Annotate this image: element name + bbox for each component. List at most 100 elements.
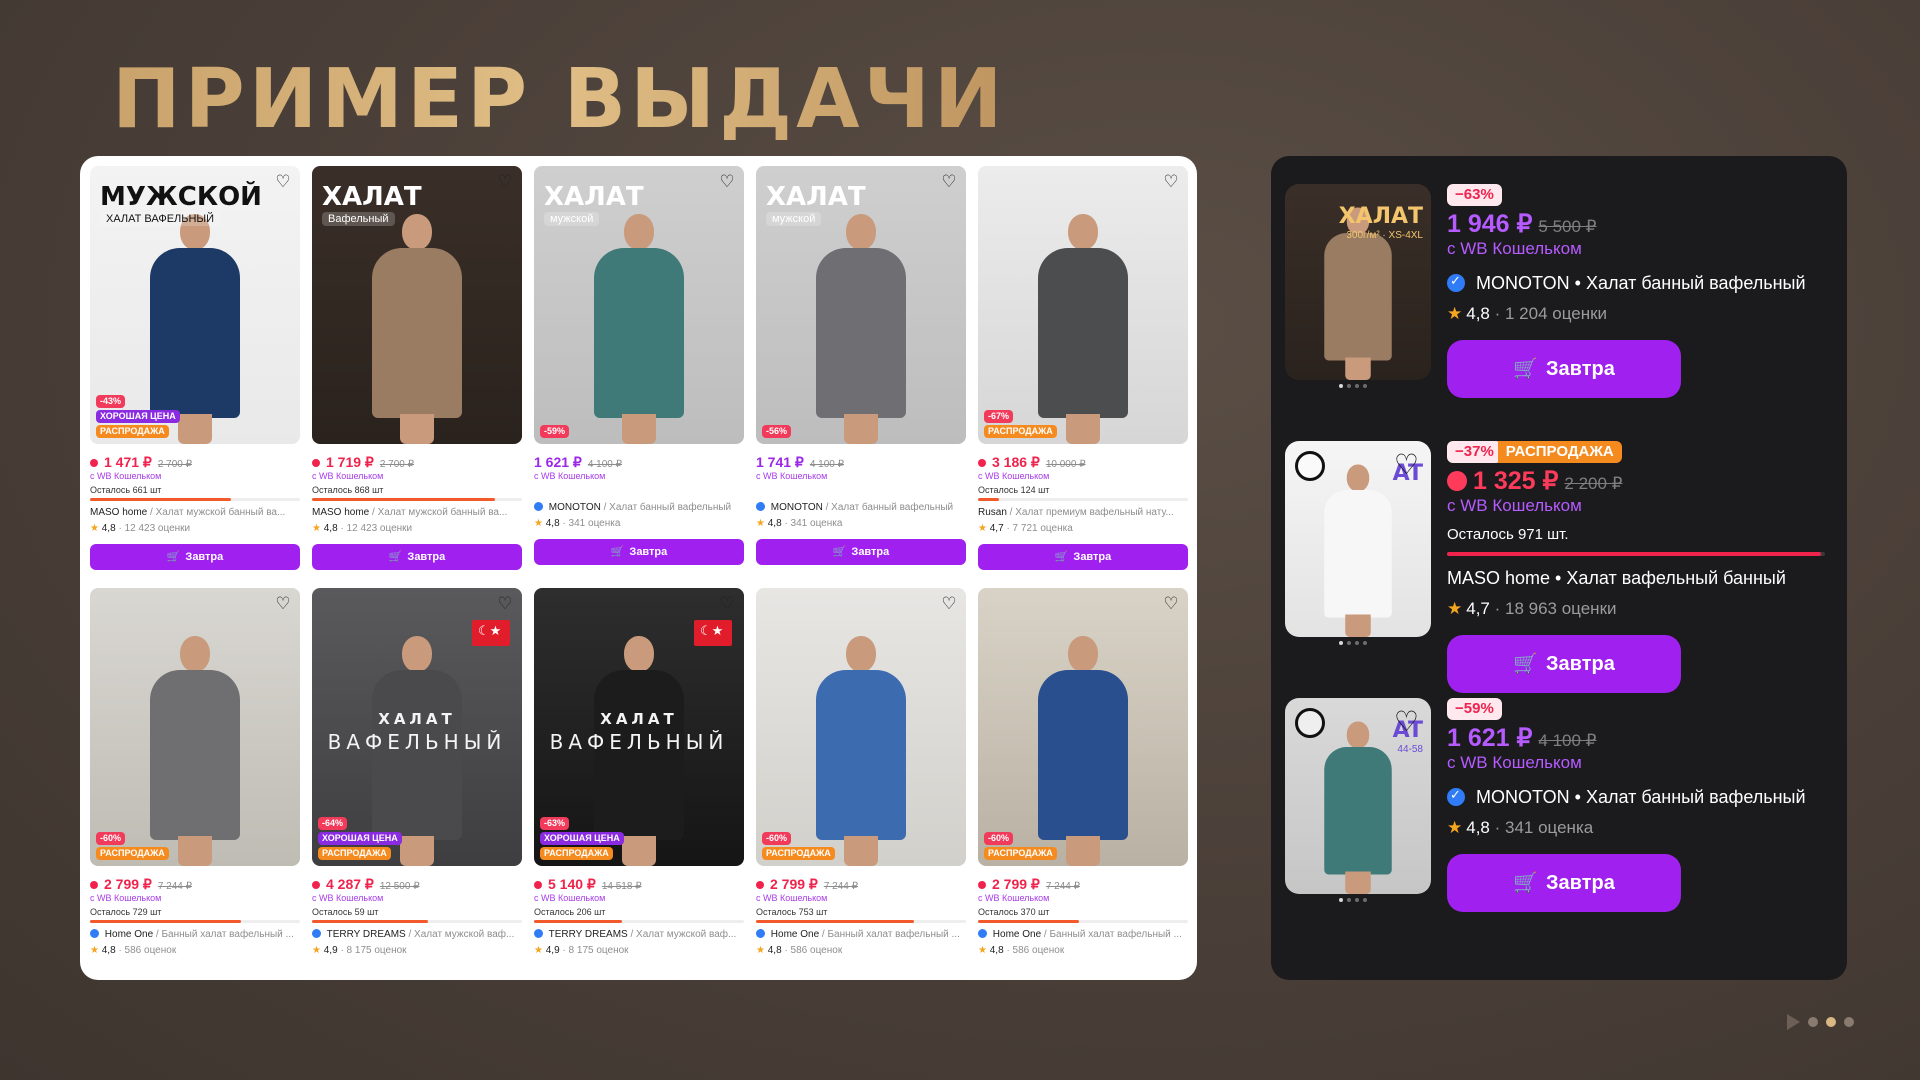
delivery-label: Завтра <box>1546 872 1615 894</box>
delivery-label: Завтра <box>1546 358 1615 380</box>
preview-image[interactable]: ХАЛАТ 300г/м² · XS-4XL <box>1285 184 1431 380</box>
add-to-cart-button[interactable]: 🛒 Завтра <box>1447 635 1681 693</box>
product-title[interactable]: MASO home / Халат мужской банный ва... <box>312 507 522 520</box>
pager-dot[interactable] <box>1808 1017 1818 1027</box>
product-card[interactable]: ♡ -60% РАСПРОДАЖА 2 799 ₽ 7 244 ₽ с WB Кош… <box>756 588 966 958</box>
price: 3 186 ₽ <box>992 454 1040 470</box>
product-image[interactable]: ХАЛАТ ВАФЕЛЬНЫЙ ♡ -64% ХОРОШАЯ ЦЕНА РАСПРОДА… <box>312 588 522 866</box>
rating-value: 4,8 <box>989 945 1004 956</box>
product-card[interactable]: ♡ -60% РАСПРОДАЖА 2 799 ₽ 7 244 ₽ с WB Кош… <box>978 588 1188 958</box>
heart-icon[interactable]: ♡ <box>1394 708 1419 736</box>
price: 1 719 ₽ <box>326 454 374 470</box>
product-title[interactable]: Home One / Банный халат вафельный ... <box>978 929 1188 942</box>
product-title[interactable]: Home One / Банный халат вафельный ... <box>90 929 300 942</box>
wallet-note: с WB Кошельком <box>1447 239 1582 258</box>
rating: ★ 4,9 · 8 175 оценок <box>312 945 522 958</box>
seller-title[interactable]: MONOTON • Халат банный вафельный <box>1447 273 1843 295</box>
heart-icon[interactable]: ♡ <box>495 172 515 192</box>
heart-icon[interactable]: ♡ <box>1161 172 1181 192</box>
badge-stack: -60% РАСПРОДАЖА <box>96 832 169 860</box>
verified-icon <box>90 929 99 938</box>
add-to-cart-button[interactable]: 🛒 Завтра <box>978 544 1188 570</box>
verified-icon <box>978 929 987 938</box>
old-price: 5 500 ₽ <box>1538 217 1597 236</box>
product-image[interactable]: ♡ -67% РАСПРОДАЖА <box>978 166 1188 444</box>
preview-product[interactable]: AT 44-58 ♡ −59% 1 621 ₽ 4 100 ₽ с WB Кош… <box>1285 698 1847 955</box>
product-title[interactable]: TERRY DREAMS / Халат мужской ваф... <box>312 929 522 942</box>
preview-info: −63% 1 946 ₽ 5 500 ₽ с WB Кошельком MONO… <box>1447 184 1843 398</box>
price-row: 5 140 ₽ 14 518 ₽ <box>534 876 744 892</box>
discount-badge: −37% <box>1447 441 1502 463</box>
old-price: 7 244 ₽ <box>1045 881 1081 892</box>
product-title[interactable]: MONOTON / Халат банный вафельный <box>534 502 744 515</box>
preview-image[interactable]: AT ♡ <box>1285 441 1431 637</box>
product-image[interactable]: ХАЛАТ мужской ♡ -56% <box>756 166 966 444</box>
search-results-grid: МУЖСКОЙ ХАЛАТ ВАФЕЛЬНЫЙ ♡ -43% ХОРОШАЯ ЦЕНА Р… <box>80 156 1197 980</box>
heart-icon[interactable]: ♡ <box>273 172 293 192</box>
product-image[interactable]: ♡ -60% РАСПРОДАЖА <box>756 588 966 866</box>
slide-pager[interactable] <box>1787 1014 1854 1030</box>
add-to-cart-button[interactable]: 🛒 Завтра <box>756 539 966 565</box>
seller-title[interactable]: MASO home • Халат вафельный банный <box>1447 568 1843 590</box>
heart-icon[interactable]: ♡ <box>717 594 737 614</box>
product-card[interactable]: ♡ -67% РАСПРОДАЖА 3 186 ₽ 10 000 ₽ с WB Ко… <box>978 166 1188 570</box>
stock-left: Осталось 729 шт <box>90 907 162 917</box>
product-image[interactable]: ♡ -60% РАСПРОДАЖА <box>978 588 1188 866</box>
review-count: · 341 оценка <box>562 518 621 529</box>
product-image[interactable]: МУЖСКОЙ ХАЛАТ ВАФЕЛЬНЫЙ ♡ -43% ХОРОШАЯ ЦЕНА Р… <box>90 166 300 444</box>
product-card[interactable]: ХАЛАТ Вафельный ♡ 1 719 ₽ 2 700 ₽ с WB Кош… <box>312 166 522 570</box>
product-card[interactable]: ХАЛАТ мужской ♡ -59% 1 621 ₽ 4 100 ₽ с WB К… <box>534 166 744 570</box>
photo-search-icon[interactable] <box>1295 451 1325 481</box>
heart-icon[interactable]: ♡ <box>939 172 959 192</box>
add-to-cart-button[interactable]: 🛒 Завтра <box>534 539 744 565</box>
photo-search-icon[interactable] <box>1295 708 1325 738</box>
product-card[interactable]: ХАЛАТ ВАФЕЛЬНЫЙ ♡ -63% ХОРОШАЯ ЦЕНА РАСПРОДА… <box>534 588 744 958</box>
heart-icon[interactable]: ♡ <box>717 172 737 192</box>
add-to-cart-button[interactable]: 🛒 Завтра <box>90 544 300 570</box>
stock-left: Осталось 661 шт <box>90 485 162 495</box>
pager-dot[interactable] <box>1844 1017 1854 1027</box>
heart-icon[interactable]: ♡ <box>1161 594 1181 614</box>
product-card[interactable]: ХАЛАТ ВАФЕЛЬНЫЙ ♡ -64% ХОРОШАЯ ЦЕНА РАСПРОДА… <box>312 588 522 958</box>
product-title[interactable]: MONOTON / Халат банный вафельный <box>756 502 966 515</box>
old-price: 10 000 ₽ <box>1045 459 1086 470</box>
product-image[interactable]: ХАЛАТ мужской ♡ -59% <box>534 166 744 444</box>
verified-icon <box>1447 273 1465 292</box>
product-card[interactable]: ХАЛАТ мужской ♡ -56% 1 741 ₽ 4 100 ₽ с WB К… <box>756 166 966 570</box>
product-card[interactable]: МУЖСКОЙ ХАЛАТ ВАФЕЛЬНЫЙ ♡ -43% ХОРОШАЯ ЦЕНА Р… <box>90 166 300 570</box>
heart-icon[interactable]: ♡ <box>1394 451 1419 479</box>
star-icon: ★ <box>978 523 987 534</box>
product-title[interactable]: Home One / Банный халат вафельный ... <box>756 929 966 942</box>
add-to-cart-button[interactable]: 🛒 Завтра <box>1447 340 1681 398</box>
product-badge: ХОРОШАЯ ЦЕНА <box>540 832 624 845</box>
stock-left: Осталось 124 шт <box>978 485 1050 495</box>
product-title[interactable]: TERRY DREAMS / Халат мужской ваф... <box>534 929 744 942</box>
image-heading: ХАЛАТ <box>544 182 644 212</box>
stock-bar <box>978 920 1188 923</box>
product-image[interactable]: ХАЛАТ ВАФЕЛЬНЫЙ ♡ -63% ХОРОШАЯ ЦЕНА РАСПРОДА… <box>534 588 744 866</box>
product-image[interactable]: ХАЛАТ Вафельный ♡ <box>312 166 522 444</box>
model-figure <box>1324 721 1392 894</box>
product-card[interactable]: ♡ -60% РАСПРОДАЖА 2 799 ₽ 7 244 ₽ с WB Кош… <box>90 588 300 958</box>
heart-icon[interactable]: ♡ <box>495 594 515 614</box>
pager-dot-active[interactable] <box>1826 1017 1836 1027</box>
wallet-discount-icon <box>90 881 98 889</box>
pager-arrow-icon[interactable] <box>1787 1014 1800 1030</box>
seller-title[interactable]: MONOTON • Халат банный вафельный <box>1447 787 1843 809</box>
product-title[interactable]: MASO home / Халат мужской банный ва... <box>90 507 300 520</box>
heart-icon[interactable]: ♡ <box>939 594 959 614</box>
preview-image[interactable]: AT 44-58 ♡ <box>1285 698 1431 894</box>
heart-icon[interactable]: ♡ <box>273 594 293 614</box>
preview-product[interactable]: ХАЛАТ 300г/м² · XS-4XL −63% 1 946 ₽ 5 50… <box>1285 184 1847 441</box>
preview-product[interactable]: AT ♡ −37% РАСПРОДАЖА 1 325 ₽ 2 200 ₽ с W… <box>1285 441 1847 698</box>
product-title[interactable]: Rusan / Халат премиум вафельный нату... <box>978 507 1188 520</box>
verified-icon <box>1447 787 1465 806</box>
add-to-cart-button[interactable]: 🛒 Завтра <box>312 544 522 570</box>
image-subheading: Вафельный <box>322 212 395 226</box>
delivery-label: Завтра <box>185 551 224 563</box>
product-badge: -60% <box>96 832 126 845</box>
add-to-cart-button[interactable]: 🛒 Завтра <box>1447 854 1681 912</box>
rating: ★ 4,8 · 586 оценок <box>978 945 1188 958</box>
product-image[interactable]: ♡ -60% РАСПРОДАЖА <box>90 588 300 866</box>
slide-title: ПРИМЕР ВЫДАЧИ <box>112 52 1007 147</box>
